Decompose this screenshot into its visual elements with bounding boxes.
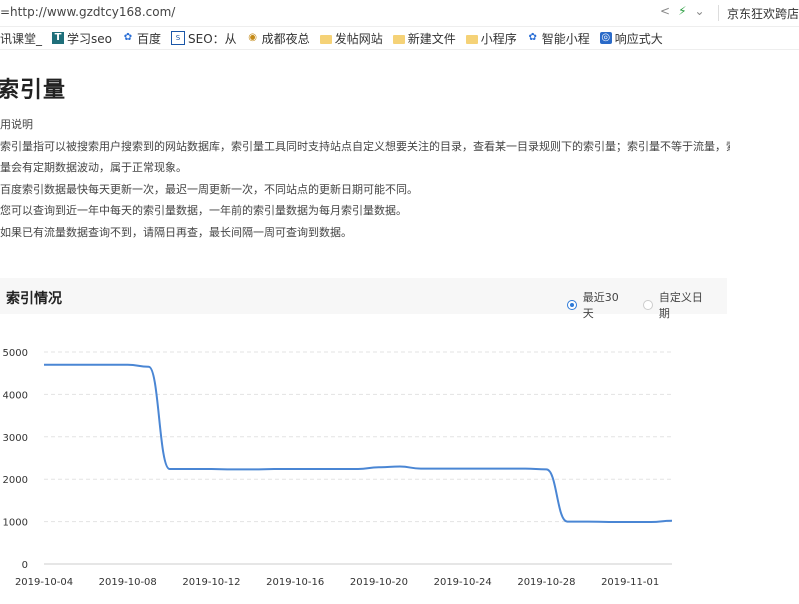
bookmark-item[interactable]: ◉ 成都夜总 [247, 30, 310, 47]
y-tick-label: 1000 [3, 518, 28, 529]
t-icon: T [52, 32, 65, 44]
x-tick-label: 2019-10-04 [15, 577, 73, 588]
bookmark-item[interactable]: 小程序 [465, 30, 517, 47]
bookmark-label: 发帖网站 [334, 31, 383, 46]
radio-unselected-icon [643, 300, 653, 310]
series-line-index [44, 363, 673, 523]
desc-line: 量会有定期数据波动，属于正常现象。 [0, 161, 187, 174]
bookmark-label: 百度 [137, 31, 162, 46]
radio-label: 自定义日期 [658, 291, 703, 320]
address-bar-url[interactable]: =http://www.gzdtcy168.com/ [0, 5, 175, 19]
bookmarks-bar: 腾讯课堂_ T学习seo ✿ 百度 SSEO：从 ◉成都夜总 发帖网站 新建文件 小程序 ✿ 智能小… [0, 27, 799, 50]
desc-line: 您可以查询到近一年中每天的索引量数据，一年前的索引量数据为每月索引量数据。 [0, 204, 407, 217]
browser-toolbar: =http://www.gzdtcy168.com/ < ⚡ ⌄ 京东狂欢跨店 [0, 0, 799, 27]
bookmark-label: 成都夜总 [261, 31, 310, 46]
bolt-icon[interactable]: ⚡ [678, 4, 686, 18]
cd-icon: ◉ [248, 32, 258, 43]
radio-custom-date[interactable]: 自定义日期 [643, 289, 712, 321]
x-tick-label: 2019-10-16 [266, 577, 324, 588]
bookmark-item[interactable]: 发帖网站 [319, 30, 383, 47]
toolbar-divider [718, 5, 719, 21]
bookmark-label: 腾讯课堂_ [0, 31, 43, 46]
bookmark-label: SEO：从 [188, 31, 237, 46]
desc-line: 如果已有流量数据查询不到，请隔日再查，最长间隔一周可查询到数据。 [0, 225, 352, 239]
x-tick-label: 2019-10-20 [350, 577, 408, 588]
bookmark-label: 新建文件 [407, 31, 456, 46]
index-panel-header: 索引情况 最近30天 自定义日期 [0, 278, 727, 320]
x-tick-label: 2019-10-24 [434, 577, 492, 588]
page-title: 索引量 [0, 78, 67, 103]
bookmark-item[interactable]: ✿ 智能小程 [527, 30, 590, 47]
radio-recent-30-days[interactable]: 最近30天 [567, 289, 628, 321]
radio-selected-icon [567, 300, 577, 310]
resp-icon: ◎ [599, 32, 612, 44]
y-tick-label: 3000 [3, 433, 28, 444]
bookmark-item[interactable]: S SEO：从 [171, 30, 237, 47]
y-tick-label: 4000 [3, 390, 28, 401]
paw-icon: ✿ [123, 32, 133, 43]
bookmark-item[interactable]: 腾讯课堂_ [0, 30, 42, 47]
date-range-radio-group: 最近30天 自定义日期 [567, 289, 727, 321]
index-chart: 0 1000 2000 3000 4000 5000 2019-10-04 2019-10-0… [0, 340, 700, 600]
usage-description: 用说明 索引量指可以被搜索用户搜索到的网站数据库，索引量工具同时支持站点自定义想… [0, 114, 730, 243]
bookmark-item[interactable]: T 学习seo [52, 30, 112, 47]
x-tick-label: 2019-10-28 [517, 577, 575, 588]
toolbar-icons: < ⚡ ⌄ [660, 4, 705, 18]
y-tick-label: 0 [22, 560, 28, 571]
index-line-chart: 0 1000 2000 3000 4000 5000 2019-10-04 2019-10-0… [3, 348, 673, 588]
bookmark-label: 小程序 [480, 31, 517, 46]
radio-label: 最近30天 [582, 291, 619, 320]
desc-line: 百度索引数据最快每天更新一次，最迟一周更新一次，不同站点的更新日期可能不同。 [0, 182, 418, 196]
share-icon[interactable]: < [660, 4, 670, 18]
panel-title: 索引情况 [6, 291, 62, 307]
bookmark-label: 智能小程 [541, 31, 590, 46]
desc-heading: 用说明 [0, 118, 33, 131]
desc-line: 索引量指可以被搜索用户搜索到的网站数据库，索引量工具同时支持站点自定义想要关注的… [0, 139, 730, 153]
y-tick-label: 5000 [3, 348, 28, 359]
bookmark-label: 响应式大 [614, 31, 663, 46]
jd-promo-link[interactable]: 京东狂欢跨店 [727, 5, 799, 22]
folder-icon [319, 34, 332, 44]
chevron-down-icon[interactable]: ⌄ [695, 4, 705, 18]
bookmark-item[interactable]: 新建文件 [392, 30, 456, 47]
seo-icon: S [171, 31, 186, 45]
x-tick-label: 2019-10-08 [99, 577, 157, 588]
bookmark-label: 学习seo [67, 31, 112, 46]
folder-icon [392, 34, 405, 44]
y-tick-label: 2000 [3, 475, 28, 486]
paw-icon: ✿ [528, 32, 537, 43]
x-tick-label: 2019-11-01 [601, 577, 659, 588]
bookmark-item[interactable]: ◎ 响应式大 [599, 30, 663, 47]
folder-icon [465, 34, 478, 44]
x-tick-label: 2019-10-12 [182, 577, 240, 588]
bookmark-item[interactable]: ✿ 百度 [122, 30, 161, 47]
